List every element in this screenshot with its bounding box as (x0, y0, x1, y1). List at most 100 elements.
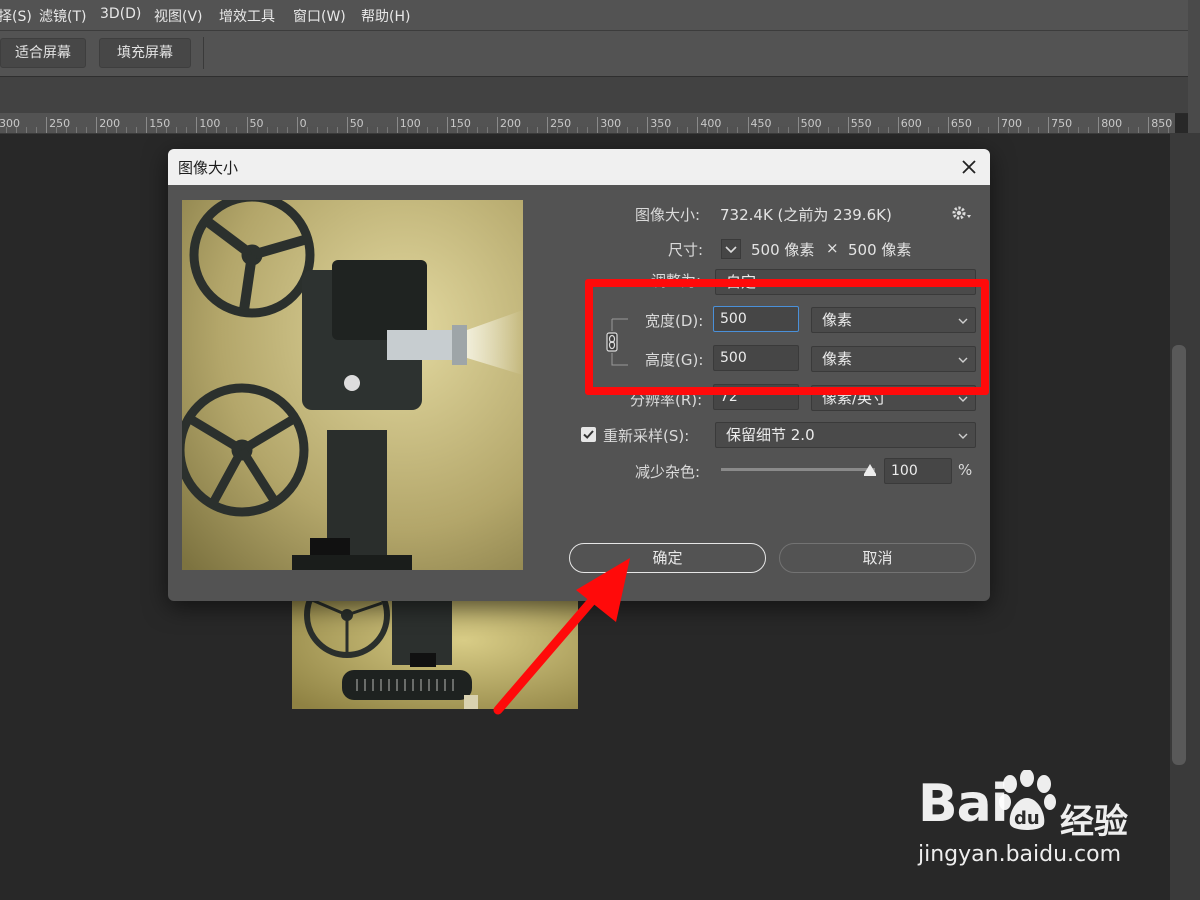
ruler-minor-tick (777, 127, 779, 133)
ruler-major-tick (998, 117, 999, 133)
ruler-minor-tick (767, 127, 769, 133)
ruler-major-tick (497, 117, 498, 133)
reduce-noise-slider-track[interactable] (721, 468, 875, 471)
chevron-down-icon (725, 246, 737, 254)
ruler-minor-tick (366, 127, 368, 133)
ruler-minor-tick (667, 127, 669, 133)
ruler-minor-tick (386, 127, 388, 133)
ruler-minor-tick (16, 127, 18, 133)
dimensions-toggle[interactable] (721, 239, 741, 259)
ruler-minor-tick (336, 127, 338, 133)
cancel-button[interactable]: 取消 (779, 543, 976, 573)
ruler-minor-tick (877, 127, 879, 133)
image-size-value: 732.4K (之前为 239.6K) (720, 206, 892, 224)
ruler-minor-tick (426, 127, 428, 133)
checkmark-icon (583, 430, 594, 439)
ruler-minor-tick (727, 127, 729, 133)
ruler-minor-tick (186, 127, 188, 133)
ruler-minor-tick (136, 127, 138, 133)
ruler-minor-tick (1158, 127, 1160, 133)
ruler-minor-tick (807, 127, 809, 133)
ruler-minor-tick (116, 127, 118, 133)
image-preview[interactable] (182, 200, 523, 570)
ruler-minor-tick (787, 127, 789, 133)
ruler-minor-tick (316, 127, 318, 133)
ruler-minor-tick (587, 127, 589, 133)
ruler-major-tick (747, 117, 749, 133)
ruler-minor-tick (36, 127, 38, 133)
ruler-minor-tick (1058, 127, 1060, 133)
menu-window[interactable]: 窗口(W) (293, 6, 346, 26)
ruler-minor-tick (687, 127, 689, 133)
ruler-minor-tick (1118, 127, 1120, 133)
ruler-minor-tick (176, 127, 178, 133)
ruler-major-tick (697, 117, 699, 133)
gear-icon[interactable] (950, 204, 974, 224)
ruler-minor-tick (236, 127, 238, 133)
ruler-minor-tick (557, 127, 559, 133)
reduce-noise-slider-handle[interactable] (863, 462, 877, 476)
menu-filter[interactable]: 滤镜(T) (39, 6, 86, 26)
ruler-minor-tick (256, 127, 258, 133)
menu-plugins[interactable]: 增效工具 (219, 6, 275, 26)
annotation-arrow (490, 550, 650, 720)
ruler-minor-tick (607, 127, 609, 133)
vertical-scrollbar[interactable] (1172, 345, 1186, 765)
ruler-minor-tick (907, 127, 909, 133)
menu-view[interactable]: 视图(V) (154, 6, 203, 26)
ruler-major-tick (346, 117, 348, 133)
ruler-minor-tick (306, 127, 308, 133)
ruler-minor-tick (1008, 127, 1010, 133)
ruler-minor-tick (507, 127, 509, 133)
resample-value: 保留细节 2.0 (726, 426, 815, 444)
reduce-noise-unit: % (958, 461, 973, 479)
ruler-major-tick (196, 117, 198, 133)
ruler-minor-tick (486, 127, 488, 133)
options-separator (203, 37, 204, 69)
ruler-minor-tick (627, 127, 629, 133)
fill-screen-button[interactable]: 填充屏幕 (99, 38, 191, 68)
image-size-label: 图像大小: (635, 206, 701, 224)
ruler-major-tick (847, 117, 849, 133)
close-icon[interactable] (956, 155, 982, 179)
resample-label: 重新采样(S): (603, 427, 690, 445)
ruler-minor-tick (376, 127, 378, 133)
ruler-minor-tick (837, 127, 839, 133)
ruler-minor-tick (937, 127, 939, 133)
ruler-minor-tick (987, 127, 989, 133)
resample-checkbox[interactable] (581, 427, 596, 442)
ruler-major-tick (246, 117, 248, 133)
ruler-major-tick (597, 117, 599, 133)
document-tab-strip (0, 77, 1200, 114)
ruler-label: 0 (299, 117, 307, 130)
menu-select[interactable]: 择(S) (0, 6, 32, 26)
ruler-minor-tick (276, 127, 278, 133)
dimensions-label: 尺寸: (668, 241, 704, 259)
fit-screen-button[interactable]: 适合屏幕 (0, 38, 86, 68)
ruler-minor-tick (867, 127, 869, 133)
ruler-major-tick (46, 117, 48, 133)
menu-bar: 择(S) 滤镜(T) 3D(D) 视图(V) 增效工具 窗口(W) 帮助(H) (0, 0, 1200, 31)
menu-3d[interactable]: 3D(D) (100, 6, 141, 22)
ruler-minor-tick (537, 127, 539, 133)
ruler-major-tick (296, 117, 298, 133)
menu-help[interactable]: 帮助(H) (361, 6, 410, 26)
ruler-minor-tick (707, 127, 709, 133)
horizontal-ruler: 300 250 200 150 100 50 0 50 100 150 200 250 300 350 40… (0, 113, 1175, 134)
ruler-major-tick (396, 117, 398, 133)
ruler-minor-tick (637, 127, 639, 133)
ruler-minor-tick (416, 127, 418, 133)
ruler-minor-tick (757, 127, 759, 133)
ruler-major-tick (947, 117, 949, 133)
ruler-minor-tick (86, 127, 88, 133)
resample-select[interactable]: 保留细节 2.0 (715, 422, 976, 448)
ruler-minor-tick (406, 127, 408, 133)
ruler-minor-tick (456, 127, 458, 133)
reduce-noise-input[interactable]: 100 (884, 458, 952, 484)
ruler-minor-tick (156, 127, 158, 133)
ruler-minor-tick (917, 127, 919, 133)
ruler-minor-tick (6, 127, 8, 133)
ruler-minor-tick (577, 127, 579, 133)
ruler-minor-tick (717, 127, 719, 133)
ruler-minor-tick (857, 127, 859, 133)
